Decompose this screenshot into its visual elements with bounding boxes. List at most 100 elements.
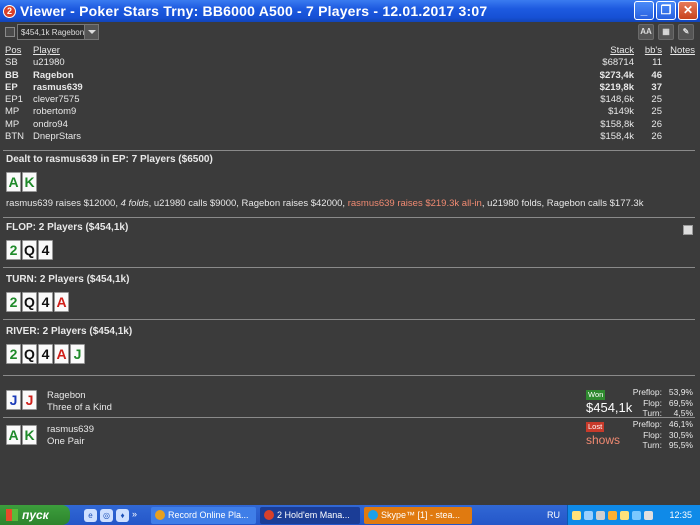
- quick-launch: e ◎ ♦ »: [84, 508, 137, 522]
- equity-value: 46,1%: [668, 419, 693, 429]
- players-table-header: Pos Player Stack bb's Notes: [5, 45, 695, 57]
- preflop-title: Dealt to rasmus639 in EP: 7 Players ($65…: [6, 154, 213, 165]
- windows-logo-icon: [6, 509, 18, 521]
- action-text: , u21980 calls $9000, Ragebon raises $42…: [148, 198, 348, 209]
- player-name: u21980: [33, 57, 65, 69]
- player-row[interactable]: EP rasmus639 $219,8k 37: [5, 82, 695, 94]
- playing-card: 2: [6, 292, 21, 312]
- taskbar-item-skype[interactable]: Skype™ [1] - stea...: [364, 506, 473, 524]
- equity-value: 53,9%: [668, 387, 693, 397]
- volume-icon[interactable]: [644, 510, 653, 520]
- playing-card: A: [54, 292, 69, 312]
- action-text: , u21980 folds, Ragebon calls $177.3k: [481, 198, 644, 209]
- player-name: clever7575: [33, 94, 80, 106]
- divider: [3, 319, 695, 320]
- help-icon[interactable]: [572, 510, 581, 520]
- divider: [3, 417, 695, 418]
- grid-icon[interactable]: ▦: [658, 24, 674, 40]
- close-button[interactable]: ✕: [678, 1, 698, 20]
- task-label: 2 Hold'em Mana...: [277, 510, 350, 520]
- divider: [3, 267, 695, 268]
- player-row[interactable]: MP robertom9 $149k 25: [5, 106, 695, 118]
- playing-card: A: [6, 425, 21, 445]
- divider: [3, 217, 695, 218]
- turn-cards: 2Q4A: [6, 292, 69, 312]
- hole-cards: AK: [6, 172, 37, 192]
- result-hand: Three of a Kind: [47, 402, 112, 413]
- header-stack[interactable]: Stack: [610, 45, 634, 57]
- showdown-cards: AK: [6, 425, 37, 445]
- tray-app-icon[interactable]: [620, 510, 629, 520]
- browser-icon[interactable]: e: [84, 508, 97, 522]
- window-title: Viewer - Poker Stars Trny: BB6000 A500 -…: [20, 3, 488, 19]
- quicklaunch-more[interactable]: »: [132, 509, 137, 522]
- result-player: Ragebon: [47, 390, 86, 401]
- action-text: 4 folds: [120, 198, 149, 209]
- pot-select[interactable]: $454,1k Ragebon: [17, 24, 99, 40]
- action-text: rasmus639 raises $12000,: [6, 198, 121, 209]
- system-tray: 12:35: [567, 505, 700, 525]
- chevron-down-icon[interactable]: [84, 25, 98, 39]
- start-button[interactable]: пуск: [0, 505, 70, 525]
- toolbar: $454,1k Ragebon AA ▦ ✎: [0, 22, 700, 42]
- record-icon: [155, 510, 166, 520]
- taskbar-item-record[interactable]: Record Online Pla...: [151, 506, 257, 524]
- player-row[interactable]: MP ondro94 $158,8k 26: [5, 119, 695, 131]
- player-name: ondro94: [33, 118, 68, 130]
- playing-card: 2: [6, 240, 21, 260]
- hand-viewer: Pos Player Stack bb's Notes SB u21980 $687…: [0, 42, 700, 505]
- won-badge: Won: [586, 390, 606, 400]
- showdown-cards: JJ: [6, 390, 37, 410]
- player-row[interactable]: BB Ragebon $273,4k 46: [5, 70, 695, 82]
- player-pos: MP: [5, 118, 20, 130]
- divider: [3, 375, 695, 376]
- playing-card: 2: [6, 344, 21, 364]
- taskbar-item-holdem-manager[interactable]: 2 Hold'em Mana...: [260, 506, 361, 524]
- media-icon[interactable]: ◎: [100, 508, 113, 522]
- edit-icon[interactable]: ✎: [678, 24, 694, 40]
- player-stack: $68714: [602, 57, 634, 69]
- lost-badge: Lost: [586, 422, 605, 432]
- equity-value: 95,5%: [668, 440, 693, 450]
- tray-app-icon[interactable]: [608, 510, 617, 520]
- player-name: rasmus639: [33, 81, 83, 93]
- language-indicator[interactable]: RU: [547, 510, 560, 520]
- divider: [3, 150, 695, 151]
- font-size-button[interactable]: AA: [638, 24, 654, 40]
- start-label: пуск: [22, 508, 49, 522]
- player-name: Ragebon: [33, 69, 74, 81]
- header-notes[interactable]: Notes: [670, 45, 695, 57]
- app-icon: 2: [3, 4, 16, 18]
- network-icon[interactable]: [584, 510, 593, 520]
- player-row[interactable]: SB u21980 $68714 11: [5, 57, 695, 69]
- header-player[interactable]: Player: [33, 45, 60, 57]
- players-table-body: SB u21980 $68714 11 BB Ragebon $273,4k 46 EP rasm…: [5, 57, 695, 143]
- tray-app-icon[interactable]: [632, 510, 641, 520]
- flop-title: FLOP: 2 Players ($454,1k): [6, 222, 129, 233]
- allin-action: rasmus639 raises $219.3k all-in: [347, 198, 482, 209]
- players-table: Pos Player Stack bb's Notes SB u21980 $687…: [5, 45, 695, 143]
- playing-card: Q: [22, 240, 37, 260]
- playing-card: A: [6, 172, 21, 192]
- header-bbs[interactable]: bb's: [645, 45, 662, 57]
- playing-card: 4: [38, 292, 53, 312]
- app-icon[interactable]: ♦: [116, 508, 129, 522]
- taskbar: пуск e ◎ ♦ » Record Online Pla... 2 Hold…: [0, 505, 700, 525]
- shows-label: shows: [586, 433, 621, 447]
- note-icon[interactable]: [683, 225, 693, 235]
- minimize-button[interactable]: _: [634, 1, 654, 20]
- player-bbs: 37: [651, 81, 662, 93]
- hand-checkbox[interactable]: [5, 27, 15, 37]
- sync-icon[interactable]: [596, 510, 605, 520]
- preflop-actions: rasmus639 raises $12000, 4 folds, u21980…: [6, 198, 643, 209]
- player-row[interactable]: EP1 clever7575 $148,6k 25: [5, 94, 695, 106]
- player-bbs: 25: [651, 94, 662, 106]
- player-bbs: 25: [651, 106, 662, 118]
- playing-card: 4: [38, 240, 53, 260]
- playing-card: K: [22, 172, 37, 192]
- player-pos: SB: [5, 57, 18, 69]
- player-pos: BTN: [5, 131, 24, 143]
- player-row[interactable]: BTN DneprStars $158,4k 26: [5, 131, 695, 143]
- header-pos[interactable]: Pos: [5, 45, 21, 57]
- maximize-button[interactable]: ❐: [656, 1, 676, 20]
